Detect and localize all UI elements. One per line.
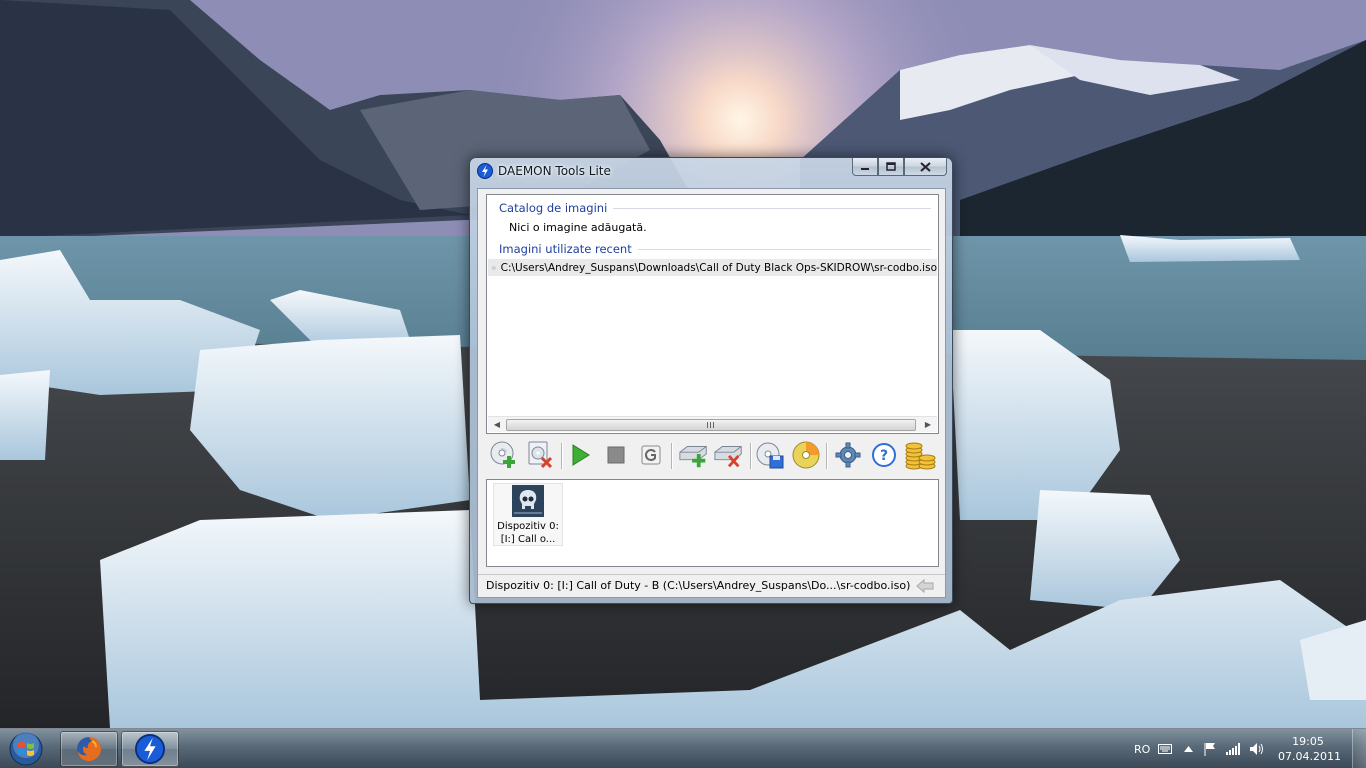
device-label-line2: [I:] Call o...	[500, 534, 556, 545]
scrollbar-thumb[interactable]	[506, 419, 916, 431]
group-divider	[637, 248, 931, 250]
preferences-button[interactable]	[832, 439, 864, 471]
toolbar-separator	[671, 443, 672, 469]
catalog-header-label: Catalog de imagini	[499, 201, 608, 215]
status-text: Dispozitiv 0: [I:] Call of Duty - B (C:\…	[486, 579, 911, 592]
caption-buttons	[852, 158, 947, 177]
recent-image-path: C:\Users\Andrey_Suspans\Downloads\Call o…	[500, 261, 937, 274]
clock[interactable]: 19:05 07.04.2011	[1278, 734, 1341, 764]
toolbar-separator	[750, 443, 751, 469]
make-image-button[interactable]	[754, 439, 786, 471]
catalog-empty-text: Nici o imagine adăugată.	[509, 221, 647, 234]
system-tray: RO 19:05 07.04.2011	[1126, 729, 1366, 768]
language-indicator[interactable]: RO	[1134, 729, 1150, 768]
maximize-icon	[886, 161, 896, 171]
unmount-all-button[interactable]	[635, 439, 667, 471]
image-catalog-panel[interactable]: Catalog de imagini Nici o imagine adăuga…	[486, 194, 939, 434]
group-divider	[613, 207, 931, 209]
g-icon	[641, 445, 661, 465]
recent-header-label: Imagini utilizate recent	[499, 242, 632, 256]
buy-button[interactable]	[904, 439, 936, 471]
title-bar[interactable]: DAEMON Tools Lite	[470, 158, 952, 184]
keyboard-icon[interactable]	[1158, 729, 1172, 768]
coins-icon	[905, 442, 936, 470]
volume-icon[interactable]	[1250, 729, 1264, 768]
remove-image-icon	[528, 441, 553, 469]
device-label-line1: Dispozitiv 0:	[497, 521, 559, 532]
remove-drive-button[interactable]	[713, 439, 745, 471]
mount-button[interactable]	[564, 439, 596, 471]
scrollbar-grip-icon	[707, 422, 715, 428]
play-icon	[572, 444, 590, 466]
status-bar: Dispozitiv 0: [I:] Call of Duty - B (C:\…	[478, 574, 945, 597]
remove-image-button[interactable]	[524, 439, 556, 471]
cd-icon	[492, 265, 496, 270]
show-hidden-icons-icon[interactable]	[1184, 729, 1193, 768]
add-image-icon	[490, 441, 515, 468]
maximize-button[interactable]	[878, 158, 904, 176]
toolbar-separator	[826, 443, 827, 469]
network-icon[interactable]	[1226, 729, 1240, 768]
clock-date: 07.04.2011	[1278, 750, 1341, 763]
close-button[interactable]	[904, 158, 947, 176]
start-button[interactable]	[3, 730, 49, 768]
window-title: DAEMON Tools Lite	[498, 164, 611, 178]
remove-drive-icon	[714, 446, 742, 468]
disc-save-icon	[756, 442, 784, 469]
black-ops-skull-icon	[512, 485, 544, 517]
daemon-tools-window: DAEMON Tools Lite Catalog de imagini Nic…	[469, 157, 953, 604]
horizontal-scrollbar[interactable]: ◀ ▶	[488, 416, 937, 432]
action-center-flag-icon[interactable]	[1204, 729, 1216, 768]
recent-image-item[interactable]: C:\Users\Andrey_Suspans\Downloads\Call o…	[488, 259, 937, 276]
help-icon: ?	[872, 443, 896, 467]
add-image-button[interactable]	[488, 439, 520, 471]
windows-orb-icon	[9, 732, 43, 766]
window-client-area: Catalog de imagini Nici o imagine adăuga…	[477, 188, 946, 598]
firefox-icon	[77, 737, 101, 761]
scroll-right-icon[interactable]: ▶	[921, 419, 935, 431]
recent-group-header[interactable]: Imagini utilizate recent	[499, 241, 931, 257]
burn-image-button[interactable]	[790, 439, 822, 471]
device-item[interactable]: Dispozitiv 0: [I:] Call o...	[493, 483, 563, 546]
unmount-button[interactable]	[600, 439, 632, 471]
main-toolbar: ?	[486, 439, 939, 473]
add-drive-button[interactable]	[678, 439, 710, 471]
minimize-button[interactable]	[852, 158, 878, 176]
clock-time: 19:05	[1292, 735, 1324, 748]
taskbar-daemon-tools-button[interactable]	[121, 731, 179, 767]
taskbar-firefox-button[interactable]	[60, 731, 118, 767]
scroll-left-icon[interactable]: ◀	[490, 419, 504, 431]
daemon-tools-icon	[477, 163, 493, 179]
show-desktop-button[interactable]	[1352, 729, 1366, 768]
virtual-devices-panel[interactable]: Dispozitiv 0: [I:] Call o...	[486, 479, 939, 567]
add-drive-icon	[679, 446, 707, 468]
burn-disc-icon	[792, 441, 820, 469]
minimize-icon	[861, 167, 869, 170]
daemon-tools-icon	[135, 734, 165, 764]
close-icon	[920, 161, 931, 172]
gear-icon	[835, 442, 861, 468]
taskbar: RO 19:05 07.04.2011	[0, 728, 1366, 768]
back-arrow-icon[interactable]	[915, 578, 935, 594]
catalog-group-header[interactable]: Catalog de imagini	[499, 200, 931, 216]
svg-text:?: ?	[880, 448, 888, 464]
help-button[interactable]: ?	[868, 439, 900, 471]
toolbar-separator	[561, 443, 562, 469]
stop-icon	[607, 446, 625, 464]
